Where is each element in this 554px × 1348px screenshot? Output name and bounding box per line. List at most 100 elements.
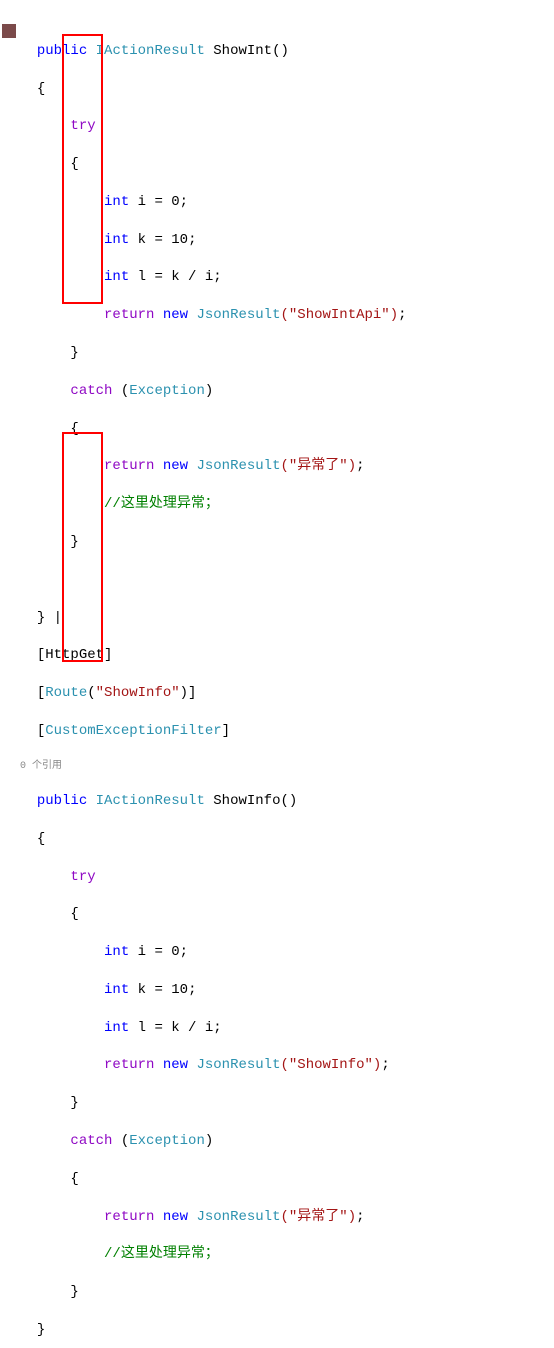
parens: () bbox=[272, 43, 289, 59]
keyword-int: int bbox=[104, 944, 129, 960]
code-line: [CustomExceptionFilter] bbox=[20, 722, 554, 741]
return-type: IActionResult bbox=[96, 43, 205, 59]
semi: ; bbox=[356, 1209, 364, 1225]
code-line: int k = 10; bbox=[20, 981, 554, 1000]
keyword-catch: catch bbox=[70, 1133, 112, 1149]
var-decl: i = bbox=[129, 944, 171, 960]
paren: ( bbox=[112, 383, 129, 399]
semi: ; bbox=[188, 982, 196, 998]
method-name: ShowInfo bbox=[213, 793, 280, 809]
type-name: Exception bbox=[129, 1133, 205, 1149]
type-name: JsonResult bbox=[196, 1209, 280, 1225]
semi: ; bbox=[381, 1057, 389, 1073]
keyword-return: return bbox=[104, 458, 154, 474]
code-line: } bbox=[20, 533, 554, 552]
codelens-refs[interactable]: 0 个引用 bbox=[20, 760, 554, 774]
attribute: [CustomExceptionFilter] bbox=[37, 723, 230, 739]
keyword-int: int bbox=[104, 194, 129, 210]
code-line: [Route("ShowInfo")] bbox=[20, 684, 554, 703]
semi: ; bbox=[180, 194, 188, 210]
code-line: return new JsonResult("ShowIntApi"); bbox=[20, 306, 554, 325]
var-decl: l = k / i; bbox=[129, 269, 221, 285]
var-decl: i = bbox=[129, 194, 171, 210]
code-line: { bbox=[20, 1170, 554, 1189]
brace: } bbox=[70, 1284, 78, 1300]
type-name: JsonResult bbox=[196, 307, 280, 323]
keyword-new: new bbox=[163, 307, 188, 323]
brace: { bbox=[70, 421, 78, 437]
literal: 10 bbox=[171, 982, 188, 998]
code-line: } bbox=[20, 1283, 554, 1302]
paren: ) bbox=[205, 383, 213, 399]
keyword-int: int bbox=[104, 232, 129, 248]
code-line: { bbox=[20, 830, 554, 849]
code-line: try bbox=[20, 117, 554, 136]
brace: } bbox=[70, 534, 78, 550]
literal: 0 bbox=[171, 944, 179, 960]
code-line: catch (Exception) bbox=[20, 1132, 554, 1151]
code-line: public IActionResult ShowInt() bbox=[20, 42, 554, 61]
brace: { bbox=[70, 156, 78, 172]
paren: ) bbox=[205, 1133, 213, 1149]
return-type: IActionResult bbox=[96, 793, 205, 809]
semi: ; bbox=[180, 944, 188, 960]
method-name: ShowInt bbox=[213, 43, 272, 59]
code-line: } bbox=[20, 1321, 554, 1340]
code-line: int l = k / i; bbox=[20, 1019, 554, 1038]
string-literal: ("异常了") bbox=[280, 458, 356, 474]
code-editor[interactable]: public IActionResult ShowInt() { try { i… bbox=[0, 0, 554, 1348]
keyword-int: int bbox=[104, 982, 129, 998]
string-literal: "ShowInfo" bbox=[96, 685, 180, 701]
code-line: { bbox=[20, 155, 554, 174]
code-line: try bbox=[20, 868, 554, 887]
code-line: { bbox=[20, 80, 554, 99]
code-line: } bbox=[20, 1094, 554, 1113]
breakpoint-marker[interactable] bbox=[2, 24, 16, 38]
semi: ; bbox=[188, 232, 196, 248]
code-line: //这里处理异常； bbox=[20, 1245, 554, 1264]
code-line: return new JsonResult("异常了"); bbox=[20, 1208, 554, 1227]
type-name: Exception bbox=[129, 383, 205, 399]
string-literal: ("ShowInfo") bbox=[280, 1057, 381, 1073]
code-line: { bbox=[20, 905, 554, 924]
var-decl: l = k / i; bbox=[129, 1020, 221, 1036]
code-line: } bbox=[20, 344, 554, 363]
semi: ; bbox=[356, 458, 364, 474]
var-decl: k = bbox=[129, 982, 171, 998]
code-line: return new JsonResult("异常了"); bbox=[20, 457, 554, 476]
string-literal: ("ShowIntApi") bbox=[280, 307, 398, 323]
brace: } bbox=[70, 345, 78, 361]
brace: } bbox=[37, 1322, 45, 1338]
keyword-public: public bbox=[37, 793, 87, 809]
brace: { bbox=[70, 1171, 78, 1187]
string-literal: ("异常了") bbox=[280, 1209, 356, 1225]
code-line: int i = 0; bbox=[20, 943, 554, 962]
keyword-new: new bbox=[163, 458, 188, 474]
code-line: return new JsonResult("ShowInfo"); bbox=[20, 1056, 554, 1075]
keyword-public: public bbox=[37, 43, 87, 59]
brace: } | bbox=[37, 610, 62, 626]
keyword-new: new bbox=[163, 1057, 188, 1073]
keyword-int: int bbox=[104, 1020, 129, 1036]
semi: ; bbox=[398, 307, 406, 323]
parens: () bbox=[280, 793, 297, 809]
keyword-new: new bbox=[163, 1209, 188, 1225]
brace: { bbox=[70, 906, 78, 922]
code-line bbox=[20, 571, 554, 590]
keyword-int: int bbox=[104, 269, 129, 285]
keyword-try: try bbox=[70, 118, 95, 134]
comment: //这里处理异常； bbox=[104, 1246, 219, 1262]
brace: { bbox=[37, 81, 45, 97]
type-name: JsonResult bbox=[196, 458, 280, 474]
attribute: [Route("ShowInfo")] bbox=[37, 685, 197, 701]
brace: { bbox=[37, 831, 45, 847]
paren: ( bbox=[112, 1133, 129, 1149]
keyword-catch: catch bbox=[70, 383, 112, 399]
type-name: JsonResult bbox=[196, 1057, 280, 1073]
code-line: int l = k / i; bbox=[20, 268, 554, 287]
var-decl: k = bbox=[129, 232, 171, 248]
comment: //这里处理异常； bbox=[104, 496, 219, 512]
code-line: { bbox=[20, 420, 554, 439]
keyword-return: return bbox=[104, 1057, 154, 1073]
literal: 10 bbox=[171, 232, 188, 248]
